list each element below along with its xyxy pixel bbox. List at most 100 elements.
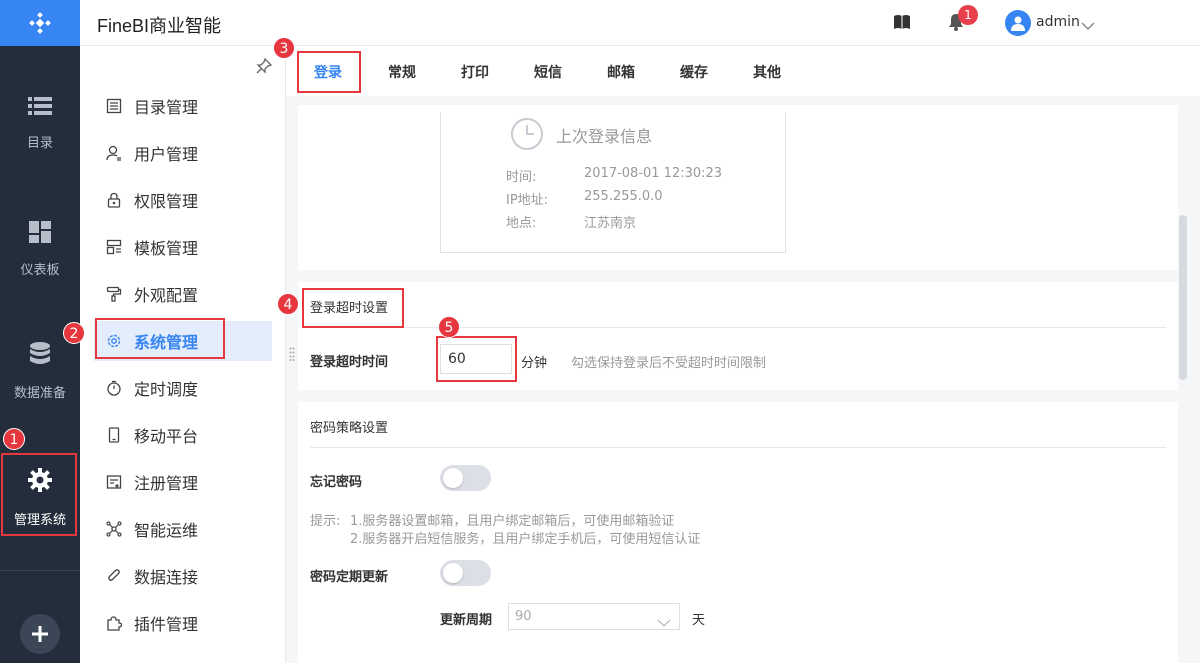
menu-item-label: 注册管理 bbox=[134, 474, 199, 493]
login-ip-label: IP地址: bbox=[506, 193, 549, 208]
user-name[interactable]: admin bbox=[1036, 14, 1080, 30]
list-icon bbox=[28, 96, 52, 120]
template-icon bbox=[104, 239, 124, 255]
menu-item-schedule[interactable]: 定时调度 bbox=[94, 368, 272, 408]
menu-item-appearance[interactable]: 外观配置 bbox=[94, 274, 272, 314]
top-header: FineBI商业智能 bbox=[80, 0, 1200, 46]
database-icon bbox=[29, 341, 51, 370]
highlight-box-timeout-section bbox=[302, 288, 404, 328]
paperclip-icon bbox=[104, 568, 124, 584]
notification-badge: 1 bbox=[958, 5, 978, 25]
menu-item-permissions[interactable]: 权限管理 bbox=[94, 180, 272, 220]
last-login-title: 上次登录信息 bbox=[556, 127, 653, 146]
timeout-hint: 勾选保持登录后不受超时时间限制 bbox=[571, 356, 767, 371]
menu-item-label: 插件管理 bbox=[134, 615, 199, 634]
forget-password-label: 忘记密码 bbox=[310, 475, 363, 490]
clock-icon bbox=[510, 117, 544, 155]
highlight-box-system bbox=[95, 318, 225, 359]
menu-item-label: 智能运维 bbox=[134, 521, 199, 540]
tab-email[interactable]: 邮箱 bbox=[607, 62, 635, 82]
timeout-card bbox=[298, 282, 1178, 390]
menu-item-data-connection[interactable]: 数据连接 bbox=[94, 556, 272, 596]
rail-divider bbox=[0, 570, 80, 571]
hint-line-2: 2.服务器开启短信服务，且用户绑定手机后，可使用短信认证 bbox=[350, 532, 701, 547]
menu-item-label: 外观配置 bbox=[134, 286, 199, 305]
highlight-box-timeout-input bbox=[436, 336, 517, 382]
menu-item-label: 目录管理 bbox=[134, 98, 199, 117]
lock-icon bbox=[104, 192, 124, 208]
drag-handle-icon[interactable] bbox=[289, 346, 295, 365]
scrollbar-thumb[interactable] bbox=[1179, 215, 1187, 380]
tab-other[interactable]: 其他 bbox=[753, 62, 781, 82]
book-icon[interactable] bbox=[893, 14, 911, 34]
user-icon bbox=[1011, 16, 1025, 31]
mobile-icon bbox=[104, 427, 124, 443]
toggle-knob bbox=[443, 563, 463, 583]
login-time-value: 2017-08-01 12:30:23 bbox=[584, 166, 723, 181]
toggle-knob bbox=[443, 468, 463, 488]
tab-print[interactable]: 打印 bbox=[461, 62, 489, 82]
tab-cache[interactable]: 缓存 bbox=[680, 62, 708, 82]
update-period-label: 更新周期 bbox=[440, 613, 493, 628]
catalog-icon bbox=[104, 98, 124, 114]
menu-item-label: 用户管理 bbox=[134, 145, 199, 164]
app-title: FineBI商业智能 bbox=[97, 16, 222, 36]
menu-item-ops[interactable]: 智能运维 bbox=[94, 509, 272, 549]
hint-prefix: 提示: bbox=[310, 514, 341, 529]
network-icon bbox=[104, 521, 124, 537]
timer-icon bbox=[104, 380, 124, 396]
dashboard-icon bbox=[29, 220, 51, 247]
chevron-down-icon[interactable] bbox=[1081, 16, 1095, 35]
annotation-number: 2 bbox=[63, 322, 85, 344]
finebi-logo-icon[interactable] bbox=[0, 0, 80, 46]
menu-item-registration[interactable]: 注册管理 bbox=[94, 462, 272, 502]
rail-item-label: 数据准备 bbox=[13, 385, 66, 401]
annotation-number: 1 bbox=[3, 428, 25, 450]
puzzle-icon bbox=[104, 615, 124, 631]
periodic-update-toggle[interactable] bbox=[440, 560, 491, 586]
highlight-box-management bbox=[1, 453, 77, 536]
add-button[interactable] bbox=[20, 614, 60, 654]
login-location-label: 地点: bbox=[506, 216, 537, 231]
plus-icon bbox=[32, 626, 48, 642]
menu-item-users[interactable]: 用户管理 bbox=[94, 133, 272, 173]
menu-item-label: 定时调度 bbox=[134, 380, 199, 399]
rail-item-label: 仪表板 bbox=[20, 262, 60, 278]
login-ip-value: 255.255.0.0 bbox=[584, 189, 663, 204]
forget-password-toggle[interactable] bbox=[440, 465, 491, 491]
paint-roller-icon bbox=[104, 286, 124, 302]
login-time-label: 时间: bbox=[506, 170, 537, 185]
menu-item-label: 模板管理 bbox=[134, 239, 199, 258]
register-icon bbox=[104, 474, 124, 490]
avatar[interactable] bbox=[1005, 10, 1031, 36]
menu-item-catalog[interactable]: 目录管理 bbox=[94, 86, 272, 126]
rail-item-dashboard[interactable]: 仪表板 bbox=[0, 194, 80, 304]
tab-general[interactable]: 常规 bbox=[388, 62, 416, 82]
hint-line-1: 1.服务器设置邮箱，且用户绑定邮箱后，可使用邮箱验证 bbox=[350, 514, 675, 529]
annotation-number: 4 bbox=[277, 293, 299, 315]
timeout-label: 登录超时时间 bbox=[310, 355, 389, 370]
menu-item-label: 数据连接 bbox=[134, 568, 199, 587]
annotation-number: 5 bbox=[438, 316, 460, 338]
menu-item-label: 权限管理 bbox=[134, 192, 199, 211]
annotation-number: 3 bbox=[273, 37, 295, 59]
settings-tabs: 登录 常规 打印 短信 邮箱 缓存 其他 bbox=[286, 46, 1200, 96]
menu-item-mobile[interactable]: 移动平台 bbox=[94, 415, 272, 455]
pin-icon[interactable] bbox=[256, 57, 273, 78]
timeout-unit: 分钟 bbox=[521, 356, 548, 371]
user-manage-icon bbox=[104, 145, 124, 161]
chevron-down-icon bbox=[657, 612, 671, 637]
update-period-value: 90 bbox=[515, 609, 532, 624]
update-period-select[interactable]: 90 bbox=[508, 603, 680, 630]
divider bbox=[310, 447, 1166, 448]
rail-item-catalog[interactable]: 目录 bbox=[0, 68, 80, 178]
menu-item-plugins[interactable]: 插件管理 bbox=[94, 603, 272, 643]
password-section-title: 密码策略设置 bbox=[310, 421, 389, 436]
rail-item-label: 目录 bbox=[26, 135, 53, 151]
menu-item-templates[interactable]: 模板管理 bbox=[94, 227, 272, 267]
highlight-box-login-tab bbox=[297, 51, 361, 93]
tab-sms[interactable]: 短信 bbox=[534, 62, 562, 82]
login-location-value: 江苏南京 bbox=[584, 216, 637, 231]
update-period-unit: 天 bbox=[692, 613, 706, 628]
periodic-update-label: 密码定期更新 bbox=[310, 570, 389, 585]
